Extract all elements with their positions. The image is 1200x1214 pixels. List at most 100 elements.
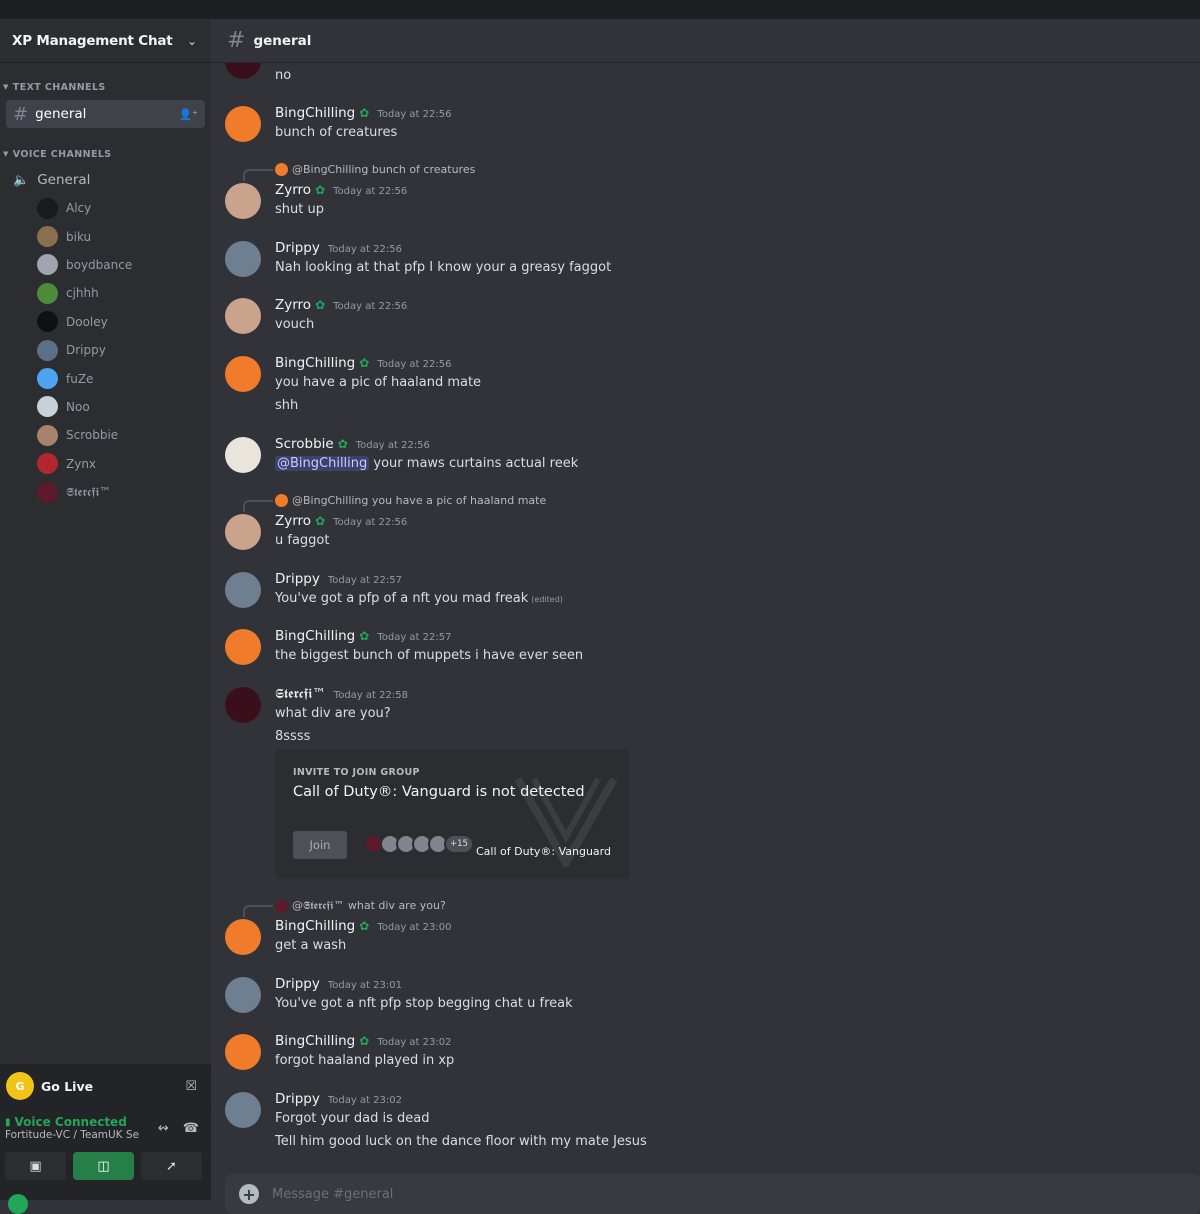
join-button[interactable]: Join [293,831,347,859]
message-header: BingChilling ✿ Today at 23:02 [275,1033,451,1049]
chevron-down-icon[interactable]: ⌄ [187,34,197,48]
invite-game-name: Call of Duty®: Vanguard [476,845,611,858]
voice-user[interactable]: Dooley [0,308,211,336]
voice-user[interactable]: biku [0,222,211,250]
voice-user[interactable]: Drippy [0,336,211,364]
message-header: Drippy Today at 22:57 [275,571,402,587]
noise-suppression-icon[interactable]: ↭ [158,1121,169,1136]
reply-connector [243,500,273,512]
voice-user[interactable]: Scrobbie [0,421,211,449]
username[interactable]: Scrobbie [275,436,334,452]
avatar[interactable] [225,241,261,277]
voice-user[interactable]: Alcy [0,194,211,222]
username[interactable]: BingChilling [275,105,355,121]
message-text: what div are you? [275,706,391,721]
voice-connection-panel: ▮ Voice Connected Fortitude-VC / TeamUK … [0,1107,211,1200]
avatar[interactable] [225,1034,261,1070]
reply-preview[interactable]: @BingChilling bunch of creatures [275,163,475,176]
username[interactable]: Zyrro [275,297,311,313]
go-live-label: Go Live [41,1078,94,1094]
user-avatar[interactable] [8,1194,28,1214]
window-top-strip [0,0,1200,19]
message-header: BingChilling ✿ Today at 22:57 [275,628,451,644]
username[interactable]: Drippy [275,571,320,587]
avatar[interactable] [225,514,261,550]
disconnect-icon[interactable]: ☎ [183,1121,199,1136]
username[interactable]: BingChilling [275,355,355,371]
avatar[interactable] [225,356,261,392]
caret-down-icon: ▼ [3,150,9,158]
username[interactable]: BingChilling [275,1033,355,1049]
avatar[interactable] [225,629,261,665]
avatar[interactable] [225,106,261,142]
voice-user[interactable]: cjhhh [0,279,211,307]
reply-connector [243,905,273,917]
timestamp: Today at 22:57 [327,575,402,586]
avatar[interactable] [225,572,261,608]
timestamp: Today at 22:57 [377,632,452,643]
avatar[interactable] [225,977,261,1013]
username[interactable]: Zyrro [275,182,311,198]
username[interactable]: Drippy [275,976,320,992]
party-count: +15 [444,834,474,854]
username[interactable]: 𝕾𝖙𝖊𝖗𝖈𝖋𝖎™ [275,686,326,702]
username[interactable]: Zyrro [275,513,311,529]
avatar[interactable] [225,437,261,473]
leaf-badge-icon: ✿ [315,514,326,528]
channel-label: general [35,106,87,122]
message-text: vouch [275,317,315,332]
avatar[interactable] [225,63,261,79]
screen-share-button[interactable]: ◫ [73,1152,134,1180]
timestamp: Today at 22:56 [333,186,408,197]
category-text-channels[interactable]: ▼ TEXT CHANNELS [0,80,211,94]
username[interactable]: BingChilling [275,918,355,934]
voice-user-avatar [37,368,58,390]
voice-user[interactable]: Zynx [0,450,211,478]
message-text: Nah looking at that pfp I know your a gr… [275,260,612,275]
hash-icon: # [13,103,29,125]
main-chat: # general no BingChilling ✿ Today at 22:… [211,19,1200,1214]
voice-user[interactable]: boydbance [0,251,211,279]
channel-general[interactable]: # general 👤⁺ [6,100,205,128]
activity-button[interactable]: ➚ [141,1152,202,1180]
avatar[interactable] [225,298,261,334]
voice-user-avatar [37,453,58,475]
voice-user-name: Scrobbie [66,428,119,443]
avatar[interactable] [225,919,261,955]
avatar[interactable] [225,687,261,723]
composer-placeholder[interactable]: Message #general [272,1187,393,1202]
leaf-badge-icon: ✿ [337,437,348,451]
message-text: get a wash [275,938,347,953]
close-icon[interactable]: ☒ [185,1079,197,1094]
rocket-icon: ➚ [166,1158,177,1174]
invite-card: INVITE TO JOIN GROUP Call of Duty®: Vang… [275,749,630,879]
message-composer[interactable]: + Message #general [225,1174,1200,1214]
message-body: your maws curtains actual reek [369,456,579,471]
voice-user-name: Noo [66,399,90,414]
username[interactable]: BingChilling [275,628,355,644]
user-mention[interactable]: @BingChilling [275,456,370,471]
message-text: Tell him good luck on the dance floor wi… [275,1134,647,1149]
username[interactable]: Drippy [275,1091,320,1107]
category-voice-channels[interactable]: ▼ VOICE CHANNELS [0,147,211,161]
camera-button[interactable]: ▣ [5,1152,66,1180]
voice-status[interactable]: Voice Connected [15,1115,127,1129]
upload-plus-icon[interactable]: + [239,1184,259,1204]
voice-user[interactable]: 𝕾𝖙𝖊𝖗𝖈𝖋𝖎™ [0,478,211,506]
signal-icon[interactable]: ▮ [5,1117,11,1128]
caret-down-icon: ▼ [3,83,9,91]
reply-text: @𝕾𝖙𝖊𝖗𝖈𝖋𝖎™ what div are you? [292,899,446,912]
voice-channel-general[interactable]: 🔈 General [0,166,211,194]
voice-channel-path[interactable]: Fortitude-VC / TeamUK Se... [0,1129,140,1141]
message-text: u faggot [275,533,330,548]
avatar[interactable] [225,183,261,219]
server-header[interactable]: XP Management Chat ⌄ [0,19,211,63]
add-member-icon[interactable]: 👤⁺ [178,108,198,121]
reply-preview[interactable]: @BingChilling you have a pic of haaland … [275,494,546,507]
voice-user[interactable]: fuZe [0,364,211,392]
reply-text: @BingChilling you have a pic of haaland … [292,494,547,507]
avatar[interactable] [225,1092,261,1128]
voice-user[interactable]: Noo [0,393,211,421]
username[interactable]: Drippy [275,240,320,256]
reply-preview[interactable]: @𝕾𝖙𝖊𝖗𝖈𝖋𝖎™ what div are you? [275,899,446,913]
